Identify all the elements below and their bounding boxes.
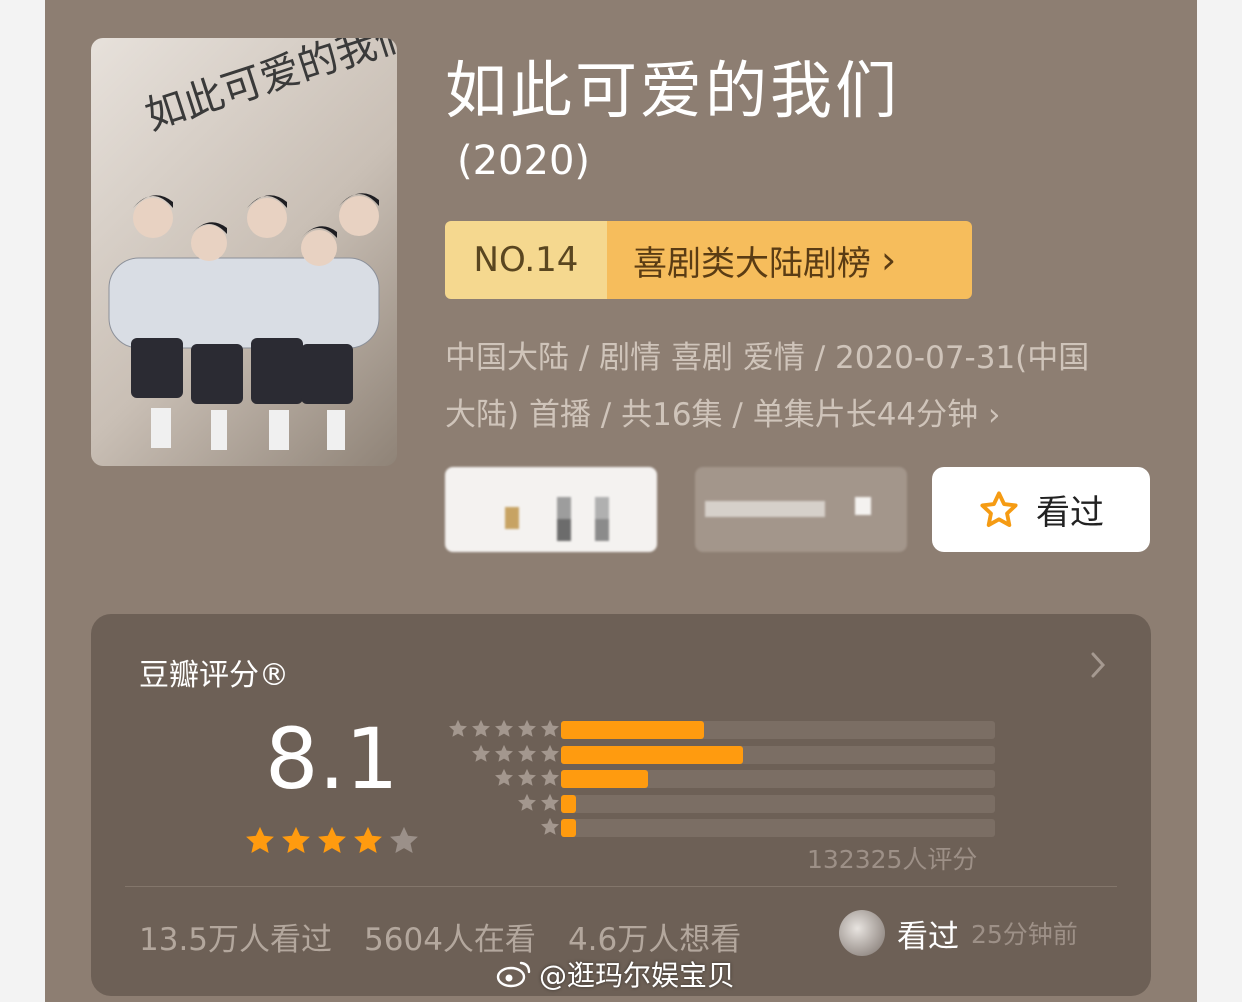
rank-list-name: 喜剧类大陆剧榜 <box>633 243 871 284</box>
chevron-right-icon: › <box>881 238 897 282</box>
distribution-row <box>441 718 1121 742</box>
distribution-bar <box>561 721 705 739</box>
distribution-bar-track <box>561 819 995 837</box>
rating-stars <box>243 824 421 858</box>
distribution-bar <box>561 819 577 837</box>
star-icon <box>354 826 382 854</box>
show-title: 如此可爱的我们 <box>445 54 901 127</box>
movie-detail-page: 如此可爱的我们 如此可爱的我们 (2020) NO.14 喜剧类大陆剧榜 › 中… <box>45 0 1197 1002</box>
rating-score: 8.1 <box>265 710 399 808</box>
star-icon <box>495 719 513 737</box>
star-icon <box>518 719 536 737</box>
distribution-row <box>441 816 1121 840</box>
distribution-stars <box>441 767 561 791</box>
stat-watched[interactable]: 13.5万人看过 <box>139 914 332 959</box>
star-icon <box>390 826 418 854</box>
blurred-button-left[interactable] <box>445 467 657 552</box>
latest-activity[interactable]: 看过 25分钟前 <box>839 910 1078 956</box>
rating-card-title: 豆瓣评分® <box>139 658 289 693</box>
distribution-stars <box>441 743 561 767</box>
meta-line-1: 中国大陆 / 剧情 喜剧 爱情 / 2020-07-31(中国 <box>445 340 1090 376</box>
star-icon <box>472 744 490 762</box>
latest-time: 25分钟前 <box>971 920 1078 949</box>
divider <box>125 886 1117 887</box>
blur-pixel <box>705 501 825 517</box>
weibo-logo-icon <box>496 961 531 988</box>
blur-pixel <box>595 519 609 541</box>
latest-label: 看过 <box>897 918 959 955</box>
show-meta[interactable]: 中国大陆 / 剧情 喜剧 爱情 / 2020-07-31(中国 大陆) 首播 /… <box>445 330 1165 444</box>
star-icon <box>495 768 513 786</box>
rating-count: 132325人评分 <box>807 845 978 874</box>
seen-button[interactable]: 看过 <box>932 467 1150 552</box>
star-icon <box>518 744 536 762</box>
meta-line-2: 大陆) 首播 / 共16集 / 单集片长44分钟 <box>445 397 979 433</box>
distribution-row <box>441 792 1121 816</box>
chevron-right-icon[interactable] <box>1083 648 1113 682</box>
blur-pixel <box>505 507 519 529</box>
blur-pixel <box>595 497 609 519</box>
distribution-bar-track <box>561 721 995 739</box>
seen-label: 看过 <box>1036 494 1104 532</box>
watch-stats: 13.5万人看过 5604人在看 4.6万人想看 <box>139 914 741 959</box>
star-icon <box>518 793 536 811</box>
distribution-bar <box>561 794 577 813</box>
star-icon <box>246 826 274 854</box>
star-icon <box>541 768 559 786</box>
star-icon <box>282 826 310 854</box>
blur-pixel <box>557 519 571 541</box>
watermark-text: @逛玛尔娱宝贝 <box>539 959 736 992</box>
star-icon <box>541 793 559 811</box>
star-icon <box>449 719 467 737</box>
rank-number: NO.14 <box>445 221 607 299</box>
star-icon <box>518 768 536 786</box>
star-icon <box>541 817 559 835</box>
distribution-row <box>441 767 1121 791</box>
meta-chevron-icon: › <box>988 397 1001 433</box>
star-icon <box>541 744 559 762</box>
distribution-bar <box>561 745 744 764</box>
blurred-button-right[interactable] <box>695 467 907 552</box>
poster-title: 如此可爱的我们 <box>140 38 397 140</box>
distribution-row <box>441 743 1121 767</box>
stat-want[interactable]: 4.6万人想看 <box>568 914 741 959</box>
rating-card[interactable]: 豆瓣评分® 8.1 132325人评分 13.5万人看过 5604人在看 4.6… <box>91 614 1151 996</box>
star-icon <box>472 719 490 737</box>
ranking-badge[interactable]: NO.14 喜剧类大陆剧榜 › <box>445 221 972 299</box>
show-year: (2020) <box>457 138 591 184</box>
poster-image[interactable]: 如此可爱的我们 <box>91 38 397 466</box>
distribution-stars <box>441 718 561 742</box>
stat-watching[interactable]: 5604人在看 <box>364 914 536 959</box>
star-icon <box>541 719 559 737</box>
avatar <box>839 910 885 956</box>
watermark: @逛玛尔娱宝贝 <box>495 954 735 994</box>
distribution-stars <box>441 792 561 816</box>
distribution-bar-track <box>561 745 995 764</box>
distribution-stars <box>441 816 561 840</box>
distribution-bar-track <box>561 770 995 788</box>
star-icon <box>318 826 346 854</box>
distribution-bar <box>561 770 648 788</box>
blur-pixel <box>855 497 871 515</box>
star-outline-icon <box>980 490 1018 527</box>
rank-list-link[interactable]: 喜剧类大陆剧榜 › <box>607 221 972 299</box>
blur-pixel <box>557 497 571 519</box>
poster-illustration: 如此可爱的我们 <box>108 38 397 450</box>
distribution-bar-track <box>561 794 995 813</box>
star-icon <box>495 744 513 762</box>
